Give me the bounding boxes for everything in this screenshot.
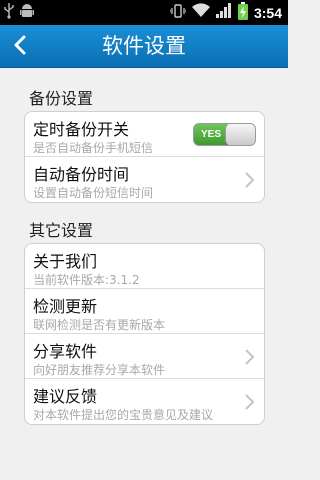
status-time: 3:54 bbox=[253, 4, 282, 21]
setting-row-share[interactable]: 分享软件 向好朋友推荐分享本软件 bbox=[25, 334, 264, 379]
chevron-right-icon bbox=[243, 348, 255, 366]
other-settings-group: 关于我们 当前软件版本:3.1.2 检测更新 联网检测是否有更新版本 分享软件 … bbox=[24, 243, 265, 425]
row-subtitle: 当前软件版本:3.1.2 bbox=[33, 273, 140, 287]
row-subtitle: 对本软件提出您的宝贵意见及建议 bbox=[33, 408, 214, 422]
battery-charging-icon bbox=[237, 1, 248, 24]
vibrate-icon bbox=[169, 3, 187, 23]
chevron-right-icon bbox=[243, 171, 255, 189]
section-header-backup: 备份设置 bbox=[29, 89, 94, 108]
android-debug-icon bbox=[20, 3, 34, 23]
toggle-label: YES bbox=[194, 124, 228, 145]
wifi-icon bbox=[191, 3, 210, 22]
row-title: 关于我们 bbox=[33, 252, 98, 271]
row-title: 分享软件 bbox=[33, 342, 98, 361]
row-subtitle: 向好朋友推荐分享本软件 bbox=[33, 363, 166, 377]
row-title: 建议反馈 bbox=[33, 387, 98, 406]
setting-row-timed-backup[interactable]: 定时备份开关 是否自动备份手机短信 YES bbox=[25, 112, 264, 157]
row-title: 检测更新 bbox=[33, 297, 98, 316]
row-title: 定时备份开关 bbox=[33, 120, 130, 139]
section-header-other: 其它设置 bbox=[29, 221, 94, 240]
row-subtitle: 设置自动备份短信时间 bbox=[33, 186, 154, 200]
title-bar: 软件设置 bbox=[0, 25, 288, 68]
toggle-knob bbox=[225, 124, 255, 145]
signal-icon bbox=[215, 3, 232, 22]
setting-row-about[interactable]: 关于我们 当前软件版本:3.1.2 bbox=[25, 244, 264, 289]
setting-row-feedback[interactable]: 建议反馈 对本软件提出您的宝贵意见及建议 bbox=[25, 379, 264, 424]
status-bar: 3:54 bbox=[0, 0, 288, 25]
row-subtitle: 是否自动备份手机短信 bbox=[33, 141, 154, 155]
row-title: 自动备份时间 bbox=[33, 165, 130, 184]
page-title: 软件设置 bbox=[102, 34, 186, 58]
backup-settings-group: 定时备份开关 是否自动备份手机短信 YES 自动备份时间 设置自动备份短信时间 bbox=[24, 111, 265, 203]
row-subtitle: 联网检测是否有更新版本 bbox=[33, 318, 166, 332]
setting-row-backup-time[interactable]: 自动备份时间 设置自动备份短信时间 bbox=[25, 157, 264, 202]
usb-icon bbox=[4, 2, 14, 23]
setting-row-check-update[interactable]: 检测更新 联网检测是否有更新版本 bbox=[25, 289, 264, 334]
chevron-right-icon bbox=[243, 393, 255, 411]
backup-toggle[interactable]: YES bbox=[193, 123, 256, 146]
